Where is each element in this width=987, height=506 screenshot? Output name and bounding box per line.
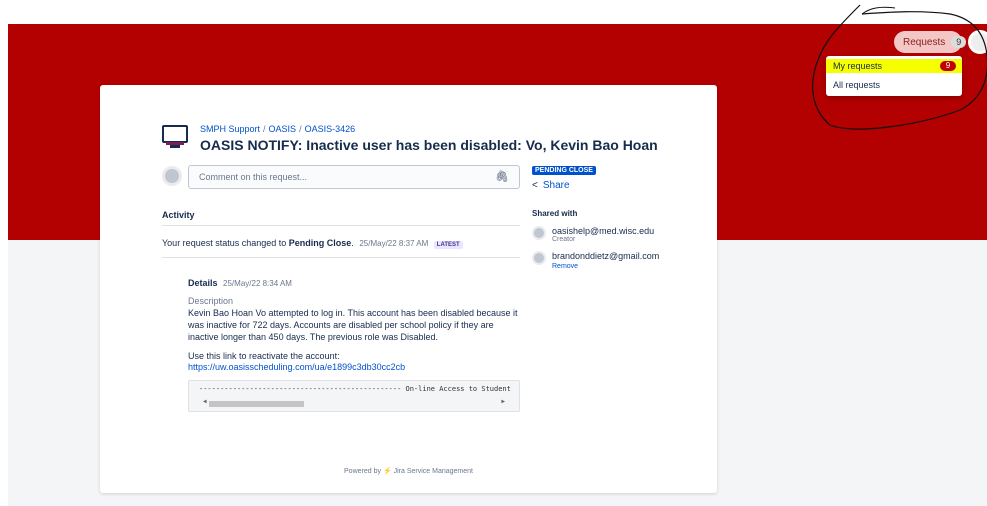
code-text: ----------------------------------------… [199,385,511,394]
scroll-left-icon[interactable]: ◀ [203,398,207,405]
request-card: SMPH Support / OASIS / OASIS-3426 OASIS NOTI… [100,85,717,493]
scrollbar-thumb[interactable] [209,401,304,408]
code-block: ----------------------------------------… [188,380,520,413]
link-intro: Use this link to reactivate the account: [188,351,340,362]
bolt-icon: ⚡ [382,468,392,475]
horizontal-scrollbar[interactable]: ◀ ▶ [203,398,505,408]
product-name[interactable]: Jira Service Management [394,468,473,475]
breadcrumb-separator: / [299,124,302,134]
details-time: 25/May/22 8:34 AM [223,279,292,288]
comment-placeholder: Comment on this request... [199,172,308,182]
status-change-value: Pending Close [288,238,352,248]
participant-role: Creator [552,236,576,243]
breadcrumb-item-project[interactable]: OASIS [269,124,297,134]
shared-with-heading: Shared with [532,209,578,218]
breadcrumb-separator: / [263,124,266,134]
comment-input[interactable]: Comment on this request... 🖇 [188,165,520,189]
participant-email: brandonddietz@gmail.com [552,251,660,261]
page-title: OASIS NOTIFY: Inactive user has been dis… [200,137,658,153]
reactivate-link[interactable]: https://uw.oasisscheduling.com/ua/e1899c… [188,362,520,372]
monitor-icon [162,125,188,148]
powered-by-label: Powered by [344,468,381,475]
avatar-icon [532,226,546,240]
details-entry: Details 25/May/22 8:34 AM Description Ke… [188,278,520,413]
share-button[interactable]: < Share [532,180,570,191]
breadcrumb-item-portal[interactable]: SMPH Support [200,124,260,134]
status-change-entry: Your request status changed to Pending C… [162,238,520,258]
avatar-icon [532,251,546,265]
avatar-icon [162,166,182,186]
share-icon: < [532,180,538,191]
latest-badge: LATEST [433,241,463,249]
activity-heading: Activity [162,210,520,226]
footer: Powered by ⚡ Jira Service Management [100,467,717,475]
remove-participant-link[interactable]: Remove [552,263,578,270]
breadcrumb-item-issue-key[interactable]: OASIS-3426 [305,124,356,134]
status-change-suffix: . [351,238,354,248]
description-text: Kevin Bao Hoan Vo attempted to log in. T… [188,308,518,343]
details-label: Details [188,278,218,288]
description-label: Description [188,296,234,306]
share-label: Share [542,180,570,191]
status-change-prefix: Your request status changed to [162,238,287,248]
hand-drawn-annotation-circle [812,4,987,130]
breadcrumb: SMPH Support / OASIS / OASIS-3426 [200,124,355,134]
participant-email: oasishelp@med.wisc.edu [552,226,655,236]
status-badge: PENDING CLOSE [532,166,596,175]
status-change-time: 25/May/22 8:37 AM [359,239,429,248]
scroll-right-icon[interactable]: ▶ [501,398,505,405]
paperclip-icon[interactable]: 🖇 [495,170,509,183]
